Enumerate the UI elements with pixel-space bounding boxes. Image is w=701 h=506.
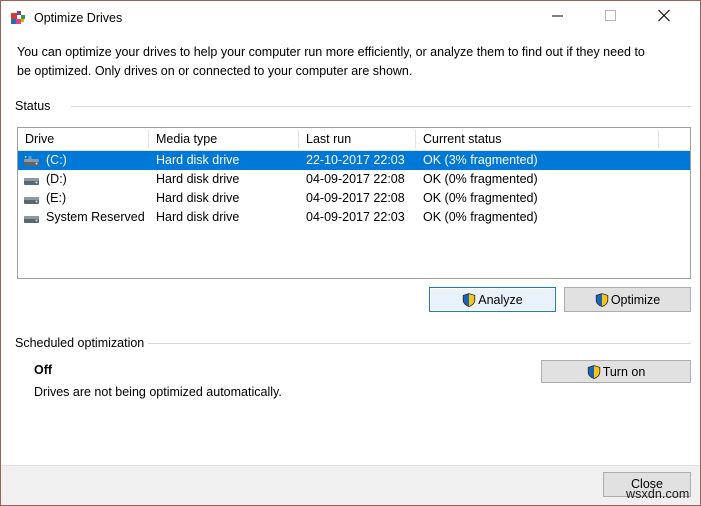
cell-media-type: Hard disk drive xyxy=(156,191,240,205)
column-header-drive[interactable]: Drive xyxy=(18,128,148,150)
column-header-current-status[interactable]: Current status xyxy=(416,128,658,150)
turn-on-button[interactable]: Turn on xyxy=(541,360,691,383)
table-row[interactable]: (D:) Hard disk drive 04-09-2017 22:08 OK… xyxy=(18,170,690,189)
drive-list-header: Drive Media type Last run Current status xyxy=(18,128,690,151)
description-text: You can optimize your drives to help you… xyxy=(17,45,645,78)
watermark: wsxdn.com xyxy=(626,487,690,501)
cell-media-type: Hard disk drive xyxy=(156,172,240,186)
cell-current-status: OK (3% fragmented) xyxy=(423,153,538,167)
table-row[interactable]: System Reserved Hard disk drive 04-09-20… xyxy=(18,208,690,227)
cell-current-status: OK (0% fragmented) xyxy=(423,172,538,186)
defrag-icon xyxy=(10,10,27,27)
maximize-icon[interactable] xyxy=(587,1,633,31)
cell-last-run: 04-09-2017 22:03 xyxy=(306,210,405,224)
column-header-last-run[interactable]: Last run xyxy=(299,128,415,150)
table-row[interactable]: (E:) Hard disk drive 04-09-2017 22:08 OK… xyxy=(18,189,690,208)
cell-last-run: 22-10-2017 22:03 xyxy=(306,153,405,167)
cell-current-status: OK (0% fragmented) xyxy=(423,210,538,224)
table-row[interactable]: (C:) Hard disk drive 22-10-2017 22:03 OK… xyxy=(18,151,690,170)
close-icon[interactable] xyxy=(641,1,687,31)
schedule-state: Off xyxy=(34,363,53,377)
scheduled-group-separator xyxy=(148,343,691,344)
cell-last-run: 04-09-2017 22:08 xyxy=(306,191,405,205)
turn-on-button-label: Turn on xyxy=(602,364,646,379)
optimize-drives-window: Optimize Drives You can optimize your dr… xyxy=(0,0,701,506)
title-bar: Optimize Drives xyxy=(1,1,700,37)
cell-last-run: 04-09-2017 22:08 xyxy=(306,172,405,186)
footer-bar xyxy=(1,465,700,505)
cell-drive: (D:) xyxy=(46,172,67,186)
scheduled-optimization-label: Scheduled optimization xyxy=(15,336,152,350)
minimize-icon[interactable] xyxy=(534,1,580,31)
uac-shield-icon xyxy=(595,292,609,307)
analyze-button[interactable]: Analyze xyxy=(429,287,556,312)
cell-drive: (E:) xyxy=(46,191,67,205)
column-divider-4[interactable] xyxy=(658,130,659,148)
cell-media-type: Hard disk drive xyxy=(156,153,240,167)
uac-shield-icon xyxy=(462,292,476,307)
column-header-media-type[interactable]: Media type xyxy=(149,128,298,150)
cell-media-type: Hard disk drive xyxy=(156,210,240,224)
cell-current-status: OK (0% fragmented) xyxy=(423,191,538,205)
uac-shield-icon xyxy=(587,364,601,379)
status-group-label: Status xyxy=(15,99,58,113)
drive-rows: (C:) Hard disk drive 22-10-2017 22:03 OK… xyxy=(18,151,690,227)
drive-list[interactable]: Drive Media type Last run Current status xyxy=(17,127,691,279)
cell-drive: System Reserved xyxy=(46,210,145,224)
window-title: Optimize Drives xyxy=(34,11,123,25)
schedule-description: Drives are not being optimized automatic… xyxy=(34,385,282,399)
status-group-separator xyxy=(71,106,691,107)
cell-drive: (C:) xyxy=(46,153,67,167)
optimize-button-label: Optimize xyxy=(610,292,661,307)
optimize-button[interactable]: Optimize xyxy=(564,287,691,312)
analyze-button-label: Analyze xyxy=(478,292,523,307)
